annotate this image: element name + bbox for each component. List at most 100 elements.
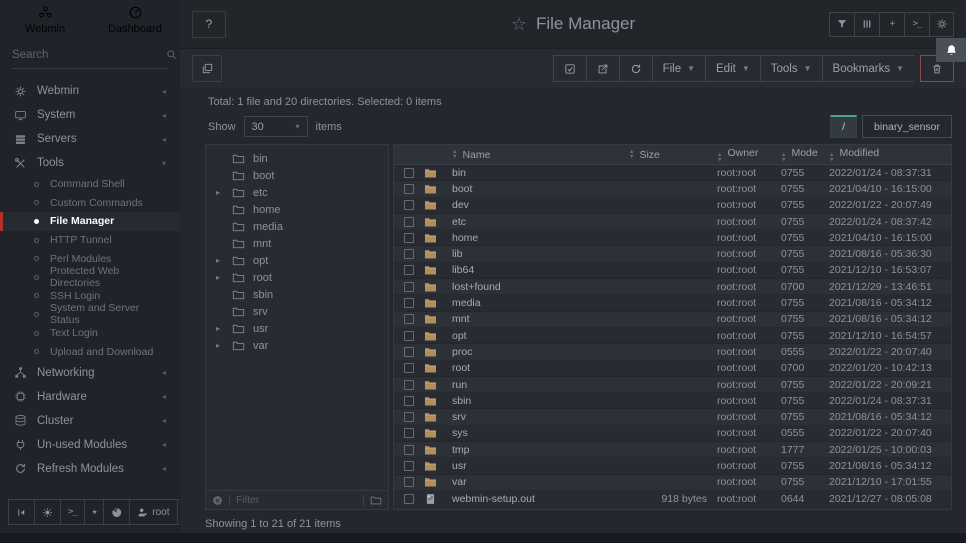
column-header-modified[interactable]: Modified	[829, 147, 951, 162]
help-button[interactable]: ?	[192, 11, 226, 38]
file-name[interactable]: mnt	[452, 313, 629, 325]
row-checkbox[interactable]	[404, 445, 414, 455]
tree-item-etc[interactable]: etc	[206, 184, 388, 201]
table-row-etc[interactable]: etc root:root 0755 2022/01/24 - 08:37:42	[394, 214, 951, 230]
sidebar-subitem[interactable]: Custom Commands	[0, 194, 180, 213]
row-checkbox[interactable]	[404, 461, 414, 471]
table-row-mnt[interactable]: mnt root:root 0755 2021/08/16 - 05:34:12	[394, 312, 951, 328]
file-name[interactable]: sbin	[452, 395, 629, 407]
table-row-boot[interactable]: boot root:root 0755 2021/04/10 - 16:15:0…	[394, 181, 951, 197]
export-button[interactable]	[586, 55, 619, 82]
refresh-button[interactable]	[619, 55, 652, 82]
table-row-usr[interactable]: usr root:root 0755 2021/08/16 - 05:34:12	[394, 458, 951, 474]
file-menu[interactable]: File ▼	[652, 55, 705, 82]
tree-item-var[interactable]: var	[206, 337, 388, 354]
sidebar-section[interactable]: Webmin	[0, 79, 180, 103]
table-row-lib[interactable]: lib root:root 0755 2021/08/16 - 05:36:30	[394, 246, 951, 262]
file-name[interactable]: etc	[452, 216, 629, 228]
filter-input[interactable]	[236, 494, 357, 506]
breadcrumb-binary-sensor[interactable]: binary_sensor	[862, 115, 952, 138]
file-name[interactable]: proc	[452, 346, 629, 358]
tree-item-root[interactable]: root	[206, 269, 388, 286]
row-checkbox[interactable]	[404, 314, 414, 324]
sidebar-section[interactable]: Un-used Modules	[0, 433, 180, 457]
favorites-button[interactable]: ★	[85, 500, 104, 524]
row-checkbox[interactable]	[404, 184, 414, 194]
tree-item-bin[interactable]: bin	[206, 150, 388, 167]
table-row-sys[interactable]: sys root:root 0555 2022/01/22 - 20:07:40	[394, 426, 951, 442]
file-name[interactable]: usr	[452, 460, 629, 472]
expand-icon[interactable]	[216, 341, 224, 350]
table-row-home[interactable]: home root:root 0755 2021/04/10 - 16:15:0…	[394, 230, 951, 246]
sidebar-section[interactable]: Servers	[0, 127, 180, 151]
row-checkbox[interactable]	[404, 396, 414, 406]
file-name[interactable]: sys	[452, 427, 629, 439]
row-checkbox[interactable]	[404, 380, 414, 390]
sidebar-subitem[interactable]: Protected Web Directories	[0, 268, 180, 287]
file-name[interactable]: lost+found	[452, 281, 629, 293]
usage-button[interactable]	[104, 500, 130, 524]
table-row-dev[interactable]: dev root:root 0755 2022/01/22 - 20:07:49	[394, 198, 951, 214]
file-name[interactable]: srv	[452, 411, 629, 423]
sidebar-section[interactable]: Networking	[0, 361, 180, 385]
row-checkbox[interactable]	[404, 298, 414, 308]
tab-dashboard[interactable]: Dashboard	[90, 0, 180, 40]
row-checkbox[interactable]	[404, 428, 414, 438]
row-checkbox[interactable]	[404, 249, 414, 259]
row-checkbox[interactable]	[404, 347, 414, 357]
column-header-owner[interactable]: Owner	[717, 147, 781, 162]
filter-button[interactable]	[829, 12, 854, 37]
file-name[interactable]: boot	[452, 183, 629, 195]
sidebar-section[interactable]: Tools	[0, 151, 180, 175]
expand-icon[interactable]	[216, 324, 224, 333]
tree-item-srv[interactable]: srv	[206, 303, 388, 320]
clone-view-button[interactable]	[192, 55, 222, 82]
settings-button[interactable]	[929, 12, 954, 37]
expand-icon[interactable]	[216, 188, 224, 197]
table-row-opt[interactable]: opt root:root 0755 2021/12/10 - 16:54:57	[394, 328, 951, 344]
table-row-run[interactable]: run root:root 0755 2022/01/22 - 20:09:21	[394, 377, 951, 393]
tree-item-mnt[interactable]: mnt	[206, 235, 388, 252]
row-checkbox[interactable]	[404, 477, 414, 487]
page-size-select[interactable]: 30	[244, 116, 308, 137]
file-name[interactable]: media	[452, 297, 629, 309]
file-name[interactable]: lib64	[452, 264, 629, 276]
shell-button[interactable]: >_	[61, 500, 85, 524]
tree-item-media[interactable]: media	[206, 218, 388, 235]
file-name[interactable]: lib	[452, 248, 629, 260]
column-header-mode[interactable]: Mode	[781, 147, 829, 162]
row-checkbox[interactable]	[404, 494, 414, 504]
sidebar-subitem[interactable]: Text Login	[0, 324, 180, 343]
tools-menu[interactable]: Tools ▼	[760, 55, 822, 82]
sidebar-subitem[interactable]: HTTP Tunnel	[0, 231, 180, 250]
tab-webmin[interactable]: Webmin	[0, 0, 90, 40]
file-name[interactable]: tmp	[452, 444, 629, 456]
file-name[interactable]: opt	[452, 330, 629, 342]
sidebar-subitem[interactable]: Upload and Download	[0, 342, 180, 361]
file-name[interactable]: run	[452, 379, 629, 391]
add-button[interactable]: +	[879, 12, 904, 37]
column-header-size[interactable]: Size	[629, 149, 717, 161]
file-name[interactable]: dev	[452, 199, 629, 211]
table-row-lib64[interactable]: lib64 root:root 0755 2021/12/10 - 16:53:…	[394, 263, 951, 279]
row-checkbox[interactable]	[404, 200, 414, 210]
bookmarks-menu[interactable]: Bookmarks ▼	[822, 55, 914, 82]
row-checkbox[interactable]	[404, 282, 414, 292]
tree-item-home[interactable]: home	[206, 201, 388, 218]
table-row-root[interactable]: root root:root 0700 2022/01/20 - 10:42:1…	[394, 361, 951, 377]
table-row-lost-found[interactable]: lost+found root:root 0700 2021/12/29 - 1…	[394, 279, 951, 295]
favorite-star-icon[interactable]: ☆	[511, 14, 527, 35]
terminal-button[interactable]: >_	[904, 12, 929, 37]
row-checkbox[interactable]	[404, 331, 414, 341]
file-name[interactable]: root	[452, 362, 629, 374]
file-name[interactable]: var	[452, 476, 629, 488]
tree-item-opt[interactable]: opt	[206, 252, 388, 269]
sidebar-section[interactable]: Hardware	[0, 385, 180, 409]
table-row-sbin[interactable]: sbin root:root 0755 2022/01/24 - 08:37:3…	[394, 393, 951, 409]
file-name[interactable]: home	[452, 232, 629, 244]
row-checkbox[interactable]	[404, 412, 414, 422]
row-checkbox[interactable]	[404, 233, 414, 243]
select-all-button[interactable]	[553, 55, 586, 82]
sidebar-subitem[interactable]: Command Shell	[0, 175, 180, 194]
tree-item-usr[interactable]: usr	[206, 320, 388, 337]
